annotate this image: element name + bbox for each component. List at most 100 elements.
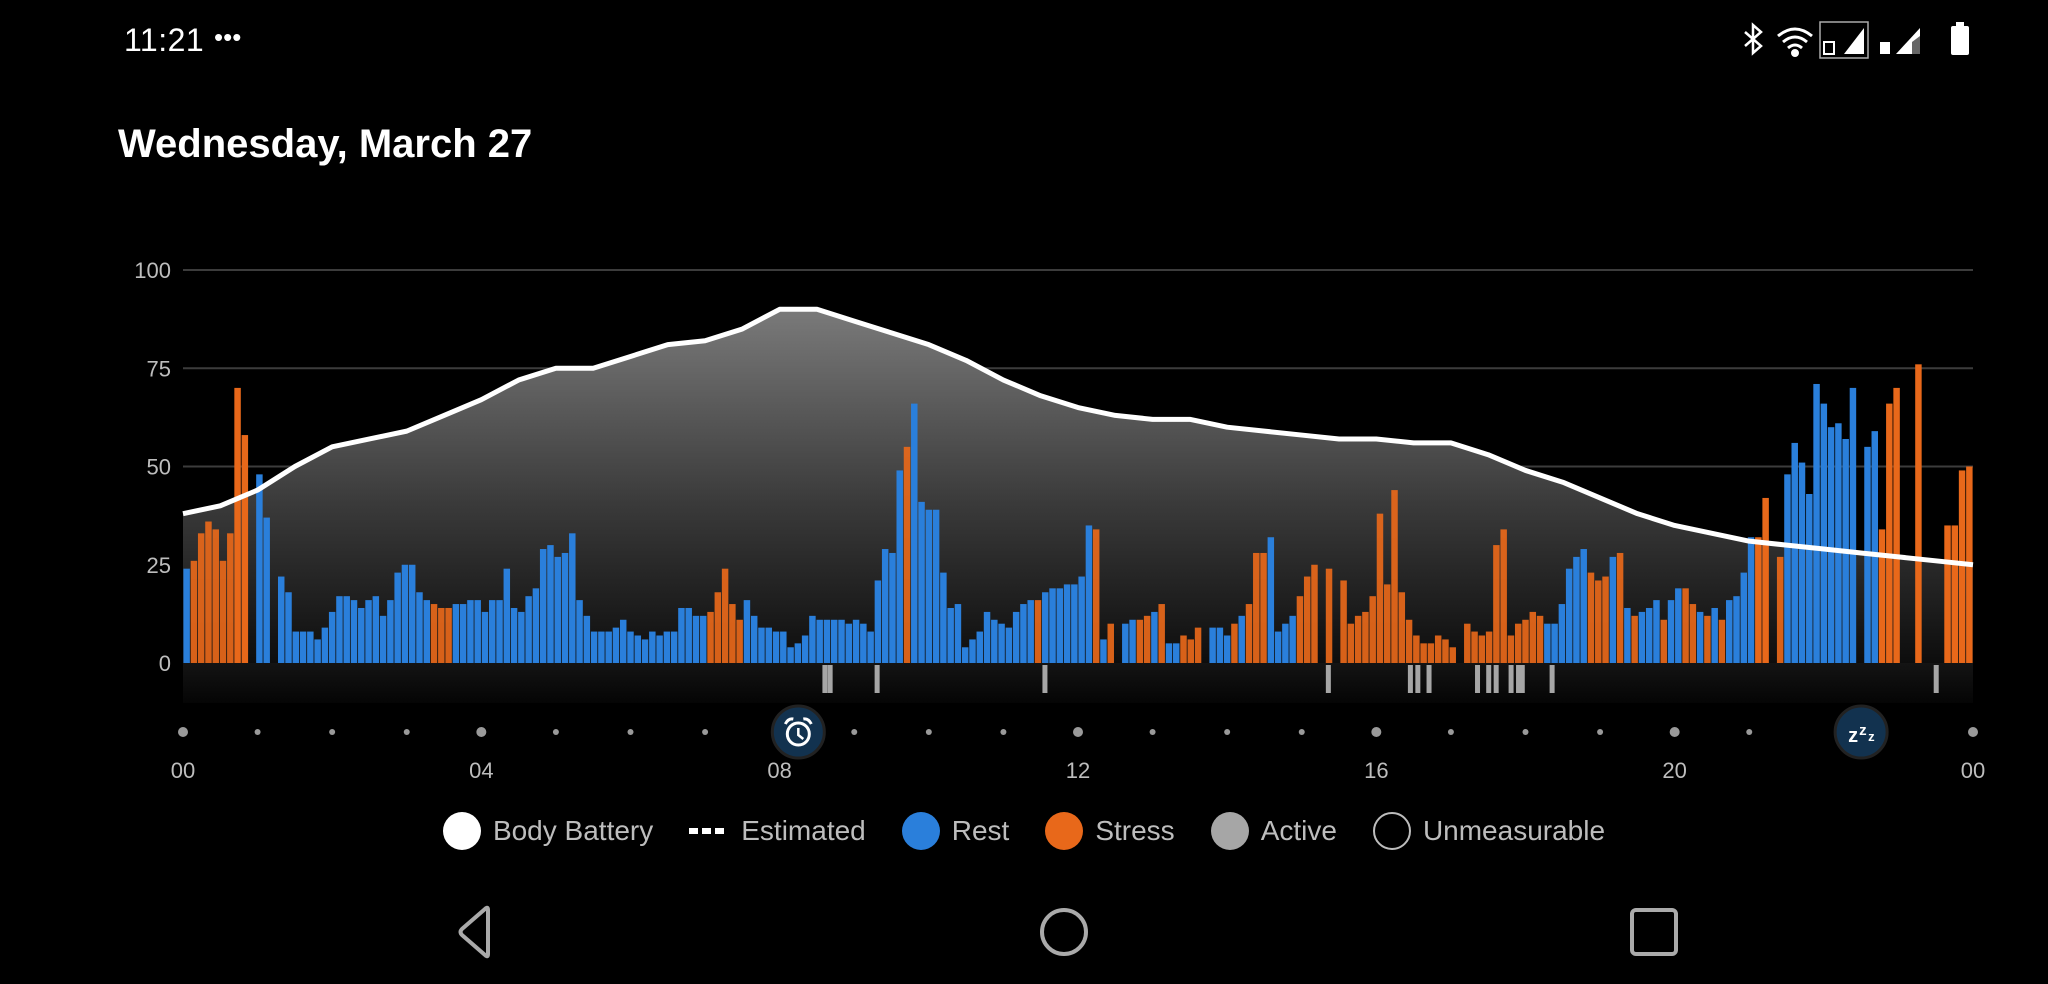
activity-strip <box>183 663 1973 703</box>
rest-bar <box>801 635 809 663</box>
rest-bar <box>321 627 329 663</box>
stress-bar <box>1507 635 1515 663</box>
active-marker <box>1486 665 1492 693</box>
rest-bar <box>961 647 969 663</box>
active-marker <box>1042 665 1048 693</box>
stress-bar <box>1347 623 1355 663</box>
x-axis-dot <box>1298 729 1305 735</box>
rest-bar <box>1798 462 1806 663</box>
rest-bar <box>1078 576 1085 663</box>
rest-bar <box>539 549 547 663</box>
stress-bar <box>1311 564 1318 663</box>
active-swatch-icon <box>1210 812 1249 850</box>
stress-bar <box>1413 635 1420 663</box>
active-marker <box>1475 665 1481 693</box>
x-axis-dot <box>1000 729 1007 735</box>
stress-bar <box>1915 364 1922 663</box>
x-tick-label: 16 <box>1364 758 1388 783</box>
legend-stress: Stress <box>1045 812 1175 850</box>
rest-bar <box>496 600 503 663</box>
rest-bar <box>1784 474 1791 663</box>
x-axis-dot <box>178 727 188 737</box>
stress-bar <box>736 619 743 663</box>
rest-bar <box>1551 623 1558 663</box>
rest-bar <box>1653 600 1660 663</box>
rest-bar <box>263 517 270 663</box>
rest-bar <box>794 643 802 663</box>
back-button[interactable] <box>445 902 505 962</box>
stress-bar <box>1514 623 1522 663</box>
rest-bar <box>911 403 918 663</box>
stress-bar <box>1529 611 1537 663</box>
y-tick-label: 0 <box>159 651 171 676</box>
rest-swatch-icon <box>901 812 940 850</box>
rest-bar <box>874 580 882 663</box>
stress-bar <box>1420 643 1427 663</box>
active-marker <box>1415 665 1421 693</box>
x-tick-label: 00 <box>171 758 195 783</box>
stress-bar <box>1434 635 1442 663</box>
home-button[interactable] <box>1034 902 1094 962</box>
x-axis-dot <box>925 729 932 735</box>
x-tick-label: 12 <box>1066 758 1090 783</box>
notification-dots: ••• <box>214 22 242 52</box>
rest-bar <box>1696 611 1704 663</box>
rest-bar <box>1267 537 1275 663</box>
chart-legend: Body Battery Estimated Rest Stress Activ… <box>0 812 2048 850</box>
stress-bar <box>1362 611 1369 663</box>
recents-button[interactable] <box>1624 902 1684 962</box>
x-tick-label: 08 <box>767 758 791 783</box>
stress-bar <box>190 560 198 663</box>
rest-bar <box>256 474 263 663</box>
battery-icon <box>1951 22 1969 55</box>
rest-bar <box>1216 627 1224 663</box>
rest-bar <box>940 572 947 663</box>
stress-bar <box>1391 490 1398 663</box>
svg-text:z: z <box>1848 725 1858 747</box>
active-marker <box>874 665 880 693</box>
active-marker <box>1933 665 1939 693</box>
rest-bar <box>1580 549 1587 663</box>
rest-bar <box>1747 537 1755 663</box>
rest-bar <box>452 604 460 663</box>
svg-text:z: z <box>1868 729 1875 744</box>
rest-bar <box>1012 611 1020 663</box>
stress-bar <box>1587 572 1595 663</box>
rest-bar <box>554 556 561 663</box>
stress-bar <box>1493 545 1500 663</box>
rest-bar <box>627 631 634 663</box>
rest-bar <box>532 588 540 663</box>
rest-bar <box>1289 615 1296 663</box>
rest-bar <box>598 631 605 663</box>
rest-bar <box>1172 643 1180 663</box>
stress-bar <box>1136 619 1144 663</box>
rest-bar <box>809 615 816 663</box>
home-circle-icon <box>1040 908 1088 956</box>
x-axis-dot <box>1597 729 1604 735</box>
x-axis-dot <box>1371 727 1382 737</box>
system-icons <box>1744 21 1969 59</box>
rest-bar <box>765 627 772 663</box>
rest-bar <box>976 631 984 663</box>
rest-bar <box>1791 442 1798 663</box>
stress-bar <box>1602 576 1609 663</box>
x-axis-dot <box>403 729 410 735</box>
stress-bar <box>1180 635 1187 663</box>
stress-bar <box>1944 525 1951 663</box>
rest-bar <box>379 615 387 663</box>
rest-bar <box>838 619 845 663</box>
legend-label: Active <box>1260 815 1337 846</box>
rest-bar <box>1733 596 1740 663</box>
rest-bar <box>314 639 321 663</box>
rest-bar <box>336 596 343 663</box>
stress-bar <box>729 604 736 663</box>
rest-bar <box>772 631 780 663</box>
rest-bar <box>1209 627 1216 663</box>
rest-bar <box>583 615 591 663</box>
wifi-icon <box>1777 27 1813 57</box>
stress-bar <box>1660 619 1667 663</box>
stress-bar <box>721 568 729 663</box>
stress-bar <box>1485 631 1493 663</box>
rest-bar <box>1165 643 1173 663</box>
rest-bar <box>510 607 518 663</box>
